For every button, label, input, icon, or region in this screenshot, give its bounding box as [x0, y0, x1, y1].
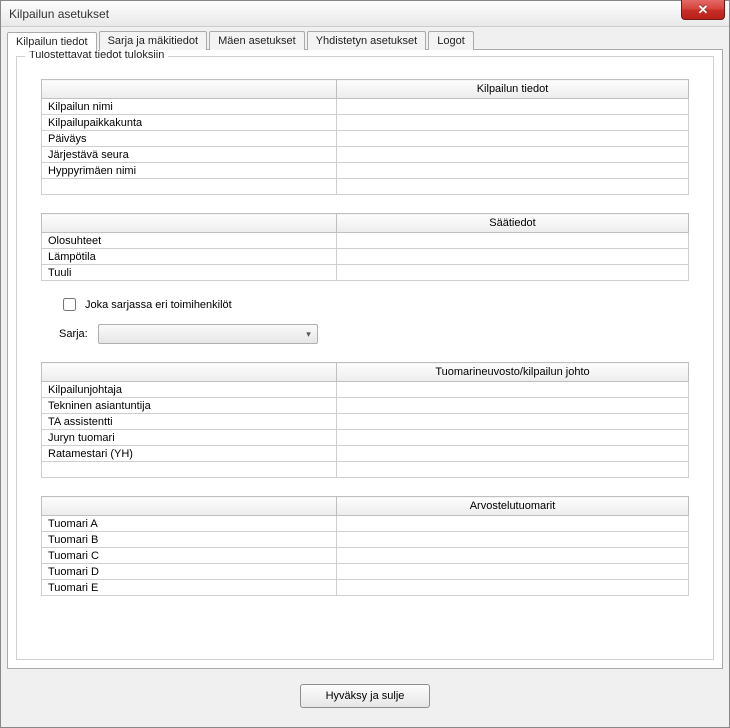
- table-row: Ratamestari (YH): [42, 446, 689, 462]
- row-value[interactable]: [337, 115, 689, 131]
- series-row: Sarja: ▾: [59, 324, 689, 344]
- row-label: Ratamestari (YH): [42, 446, 337, 462]
- row-label: [42, 179, 337, 195]
- row-value[interactable]: [337, 462, 689, 478]
- column-header[interactable]: Arvostelutuomarit: [337, 497, 689, 516]
- tab-sarja-ja-makitiedot[interactable]: Sarja ja mäkitiedot: [99, 31, 208, 50]
- window-title: Kilpailun asetukset: [9, 7, 109, 21]
- settings-window: Kilpailun asetukset ✕ Kilpailun tiedot S…: [0, 0, 730, 728]
- table-row: [42, 179, 689, 195]
- table-row: Päiväys: [42, 131, 689, 147]
- tab-kilpailun-tiedot[interactable]: Kilpailun tiedot: [7, 32, 97, 51]
- row-value[interactable]: [337, 147, 689, 163]
- row-value[interactable]: [337, 233, 689, 249]
- series-label: Sarja:: [59, 328, 88, 340]
- checkbox-label: Joka sarjassa eri toimihenkilöt: [85, 299, 232, 311]
- table-row: Lämpötila: [42, 249, 689, 265]
- row-label: Lämpötila: [42, 249, 337, 265]
- table-row: [42, 462, 689, 478]
- row-value[interactable]: [337, 516, 689, 532]
- table-row: Hyppyrimäen nimi: [42, 163, 689, 179]
- table-row: Tuomari C: [42, 548, 689, 564]
- table-row: Kilpailupaikkakunta: [42, 115, 689, 131]
- jury-table: Tuomarineuvosto/kilpailun johto Kilpailu…: [41, 362, 689, 478]
- column-header[interactable]: Tuomarineuvosto/kilpailun johto: [337, 363, 689, 382]
- row-label: Tuomari E: [42, 580, 337, 596]
- row-label: Päiväys: [42, 131, 337, 147]
- row-value[interactable]: [337, 382, 689, 398]
- table-row: Olosuhteet: [42, 233, 689, 249]
- tables-stack: Kilpailun tiedot Kilpailun nimi Kilpailu…: [23, 79, 707, 596]
- column-header[interactable]: [42, 363, 337, 382]
- row-value[interactable]: [337, 398, 689, 414]
- row-label: TA assistentti: [42, 414, 337, 430]
- tab-pane: Tulostettavat tiedot tuloksiin Kilpailun…: [7, 49, 723, 669]
- row-label: Olosuhteet: [42, 233, 337, 249]
- row-label: Järjestävä seura: [42, 147, 337, 163]
- judges-table: Arvostelutuomarit Tuomari A Tuomari B Tu…: [41, 496, 689, 596]
- tab-maen-asetukset[interactable]: Mäen asetukset: [209, 31, 305, 50]
- tab-logot[interactable]: Logot: [428, 31, 474, 50]
- competition-info-table: Kilpailun tiedot Kilpailun nimi Kilpailu…: [41, 79, 689, 195]
- table-row: Tuuli: [42, 265, 689, 281]
- row-label: Juryn tuomari: [42, 430, 337, 446]
- column-header[interactable]: [42, 214, 337, 233]
- close-button[interactable]: ✕: [681, 0, 725, 20]
- series-combobox[interactable]: ▾: [98, 324, 318, 344]
- row-value[interactable]: [337, 414, 689, 430]
- column-header[interactable]: [42, 80, 337, 99]
- accept-and-close-button[interactable]: Hyväksy ja sulje: [300, 684, 430, 708]
- row-value[interactable]: [337, 446, 689, 462]
- column-header[interactable]: [42, 497, 337, 516]
- content-area: Kilpailun tiedot Sarja ja mäkitiedot Mäe…: [1, 27, 729, 727]
- row-value[interactable]: [337, 265, 689, 281]
- row-value[interactable]: [337, 179, 689, 195]
- titlebar: Kilpailun asetukset ✕: [1, 1, 729, 27]
- column-header[interactable]: Säätiedot: [337, 214, 689, 233]
- chevron-down-icon: ▾: [306, 329, 311, 340]
- table-row: Juryn tuomari: [42, 430, 689, 446]
- close-icon: ✕: [698, 2, 709, 18]
- table-row: TA assistentti: [42, 414, 689, 430]
- table-row: Kilpailunjohtaja: [42, 382, 689, 398]
- row-value[interactable]: [337, 564, 689, 580]
- column-header[interactable]: Kilpailun tiedot: [337, 80, 689, 99]
- table-row: Kilpailun nimi: [42, 99, 689, 115]
- row-label: Tekninen asiantuntija: [42, 398, 337, 414]
- row-value[interactable]: [337, 532, 689, 548]
- row-label: Tuomari A: [42, 516, 337, 532]
- row-label: [42, 462, 337, 478]
- table-row: Tuomari B: [42, 532, 689, 548]
- row-value[interactable]: [337, 430, 689, 446]
- row-value[interactable]: [337, 548, 689, 564]
- table-row: Tuomari A: [42, 516, 689, 532]
- row-label: Hyppyrimäen nimi: [42, 163, 337, 179]
- row-value[interactable]: [337, 249, 689, 265]
- footer: Hyväksy ja sulje: [7, 669, 723, 721]
- print-info-group: Tulostettavat tiedot tuloksiin Kilpailun…: [16, 56, 714, 660]
- row-label: Tuuli: [42, 265, 337, 281]
- table-row: Tuomari E: [42, 580, 689, 596]
- row-label: Kilpailupaikkakunta: [42, 115, 337, 131]
- tab-yhdistetyn-asetukset[interactable]: Yhdistetyn asetukset: [307, 31, 427, 50]
- controls-row: Joka sarjassa eri toimihenkilöt Sarja: ▾: [59, 295, 689, 344]
- per-series-officials-row[interactable]: Joka sarjassa eri toimihenkilöt: [59, 295, 689, 314]
- row-label: Tuomari D: [42, 564, 337, 580]
- row-value[interactable]: [337, 99, 689, 115]
- row-value[interactable]: [337, 163, 689, 179]
- row-label: Kilpailun nimi: [42, 99, 337, 115]
- weather-info-table: Säätiedot Olosuhteet Lämpötila Tuuli: [41, 213, 689, 281]
- table-row: Tekninen asiantuntija: [42, 398, 689, 414]
- row-value[interactable]: [337, 580, 689, 596]
- per-series-officials-checkbox[interactable]: [63, 298, 76, 311]
- tab-strip: Kilpailun tiedot Sarja ja mäkitiedot Mäe…: [7, 31, 723, 50]
- table-row: Järjestävä seura: [42, 147, 689, 163]
- row-label: Tuomari B: [42, 532, 337, 548]
- row-label: Kilpailunjohtaja: [42, 382, 337, 398]
- row-value[interactable]: [337, 131, 689, 147]
- table-row: Tuomari D: [42, 564, 689, 580]
- row-label: Tuomari C: [42, 548, 337, 564]
